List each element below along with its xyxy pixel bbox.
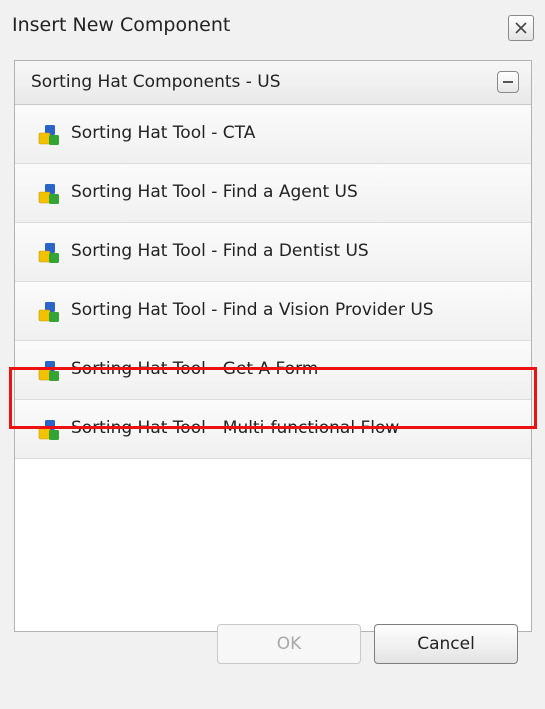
list-item[interactable]: Sorting Hat Tool - Get A Form — [15, 341, 531, 400]
component-blocks-icon — [38, 302, 59, 322]
component-group-panel: Sorting Hat Components - US Sorting Hat … — [14, 60, 532, 632]
list-item-selected[interactable]: Sorting Hat Tool - Multi-functional Flow — [15, 400, 531, 459]
list-item-label: Sorting Hat Tool - CTA — [71, 123, 256, 143]
cancel-button[interactable]: Cancel — [374, 624, 518, 664]
list-item[interactable]: Sorting Hat Tool - Find a Dentist US — [15, 223, 531, 282]
list-item-label: Sorting Hat Tool - Find a Vision Provide… — [71, 300, 434, 320]
dialog-title: Insert New Component — [12, 14, 231, 36]
component-blocks-icon — [38, 243, 59, 263]
group-title: Sorting Hat Components - US — [31, 72, 281, 92]
component-blocks-icon — [38, 184, 59, 204]
component-blocks-icon — [38, 420, 59, 440]
close-icon — [515, 22, 527, 34]
list-item-label: Sorting Hat Tool - Find a Agent US — [71, 182, 358, 202]
ok-button[interactable]: OK — [217, 624, 361, 664]
group-header[interactable]: Sorting Hat Components - US — [15, 61, 531, 105]
component-list: Sorting Hat Tool - CTA Sorting Hat Tool … — [15, 105, 531, 459]
component-blocks-icon — [38, 125, 59, 145]
minus-icon — [503, 81, 513, 83]
list-item[interactable]: Sorting Hat Tool - Find a Agent US — [15, 164, 531, 223]
list-item-label: Sorting Hat Tool - Find a Dentist US — [71, 241, 369, 261]
close-button[interactable] — [508, 15, 534, 41]
insert-component-dialog: Insert New Component Sorting Hat Compone… — [0, 0, 545, 709]
collapse-button[interactable] — [497, 71, 519, 93]
list-item[interactable]: Sorting Hat Tool - CTA — [15, 105, 531, 164]
list-item-label: Sorting Hat Tool - Multi-functional Flow — [71, 418, 400, 438]
dialog-titlebar: Insert New Component — [0, 0, 545, 58]
component-blocks-icon — [38, 361, 59, 381]
list-item-label: Sorting Hat Tool - Get A Form — [71, 359, 319, 379]
list-item[interactable]: Sorting Hat Tool - Find a Vision Provide… — [15, 282, 531, 341]
